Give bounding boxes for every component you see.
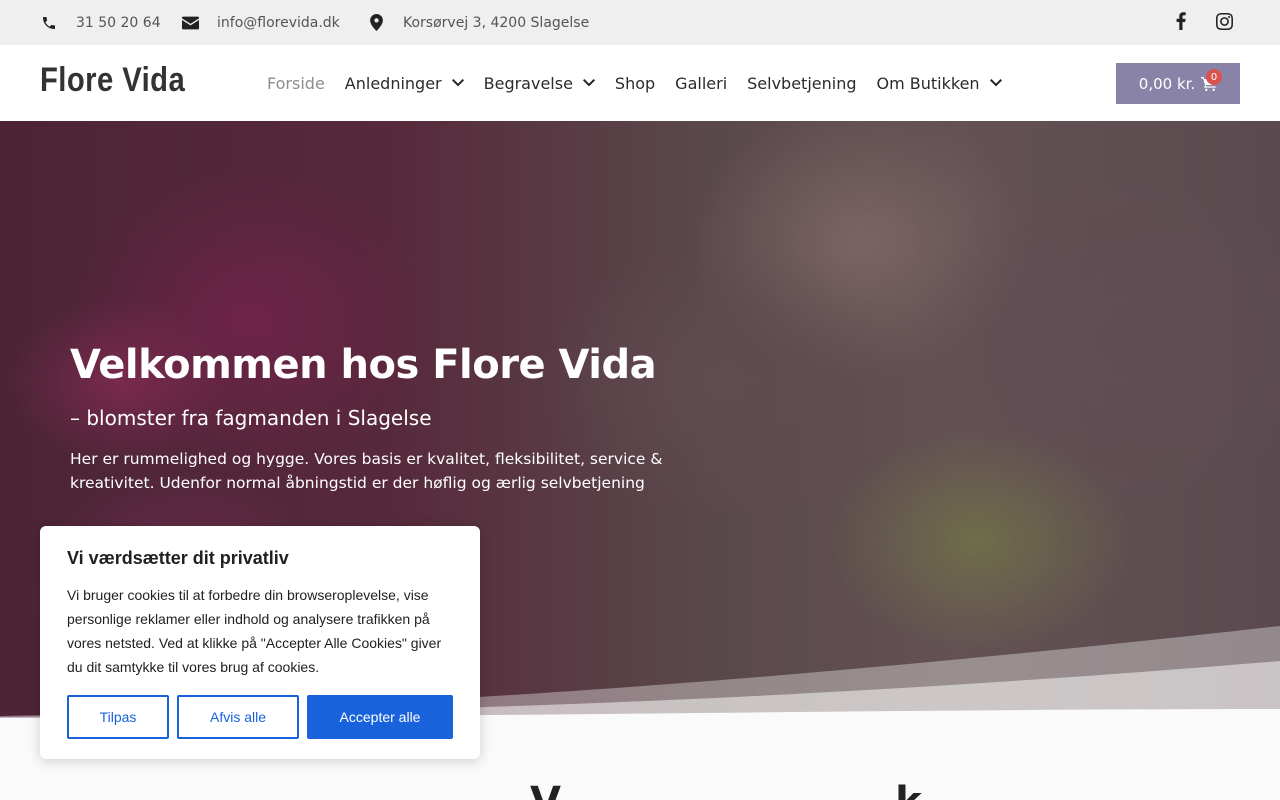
email-link[interactable]: info@florevida.dk xyxy=(181,0,340,45)
cookie-consent-banner: Vi værdsætter dit privatliv Vi bruger co… xyxy=(40,526,480,759)
phone-icon xyxy=(40,14,58,32)
cookie-text: Vi bruger cookies til at forbedre din br… xyxy=(67,587,442,675)
email-address: info@florevida.dk xyxy=(217,14,340,31)
cart-button[interactable]: 0,00 kr. 0 xyxy=(1116,63,1240,104)
main-nav: Forside Anledninger Begravelse Shop Gall… xyxy=(267,45,1022,121)
top-bar: 31 50 20 64 info@florevida.dk Korsørvej … xyxy=(0,0,1280,45)
reject-all-button[interactable]: Afvis alle xyxy=(177,695,299,739)
main-header: Flore Vida Forside Anledninger Begravels… xyxy=(0,45,1280,121)
nav-item-galleri[interactable]: Galleri xyxy=(675,74,727,93)
nav-label: Shop xyxy=(614,73,656,93)
chevron-down-icon xyxy=(582,77,595,89)
hero-text: Her er rummelighed og hygge. Vores basis… xyxy=(70,450,663,492)
nav-label: Selvbetjening xyxy=(747,73,857,93)
nav-item-anledninger[interactable]: Anledninger xyxy=(345,74,464,93)
hero-subtitle: – blomster fra fagmanden i Slagelse xyxy=(70,406,432,430)
cart-count-badge: 0 xyxy=(1206,69,1222,85)
nav-label: Forside xyxy=(267,73,325,93)
nav-item-shop[interactable]: Shop xyxy=(615,74,655,93)
hero-title: Velkommen hos Flore Vida xyxy=(70,342,657,388)
instagram-link[interactable] xyxy=(1213,12,1235,34)
site-logo[interactable]: Flore Vida xyxy=(40,61,185,100)
nav-item-forside[interactable]: Forside xyxy=(267,74,325,93)
cookie-title: Vi værdsætter dit privatliv xyxy=(67,548,289,568)
facebook-icon xyxy=(1176,12,1186,34)
envelope-icon xyxy=(181,14,199,32)
section-heading-peek: V k xyxy=(530,782,922,800)
nav-item-begravelse[interactable]: Begravelse xyxy=(484,74,595,93)
chevron-down-icon xyxy=(451,77,464,89)
nav-label: Begravelse xyxy=(483,73,573,93)
accept-all-button[interactable]: Accepter alle xyxy=(307,695,453,739)
address-link[interactable]: Korsørvej 3, 4200 Slagelse xyxy=(367,0,589,45)
nav-label: Om Butikken xyxy=(876,73,980,93)
phone-number: 31 50 20 64 xyxy=(76,14,161,31)
nav-label: Galleri xyxy=(675,73,728,93)
instagram-icon xyxy=(1215,12,1233,34)
customize-button[interactable]: Tilpas xyxy=(67,695,169,739)
phone-link[interactable]: 31 50 20 64 xyxy=(40,0,161,45)
map-pin-icon xyxy=(367,14,385,32)
cart-total: 0,00 kr. xyxy=(1138,74,1196,93)
nav-label: Anledninger xyxy=(344,73,442,93)
nav-item-selvbetjening[interactable]: Selvbetjening xyxy=(747,74,856,93)
facebook-link[interactable] xyxy=(1170,12,1192,34)
nav-item-om-butikken[interactable]: Om Butikken xyxy=(877,74,1002,93)
chevron-down-icon xyxy=(989,77,1002,89)
address-text: Korsørvej 3, 4200 Slagelse xyxy=(403,14,590,31)
